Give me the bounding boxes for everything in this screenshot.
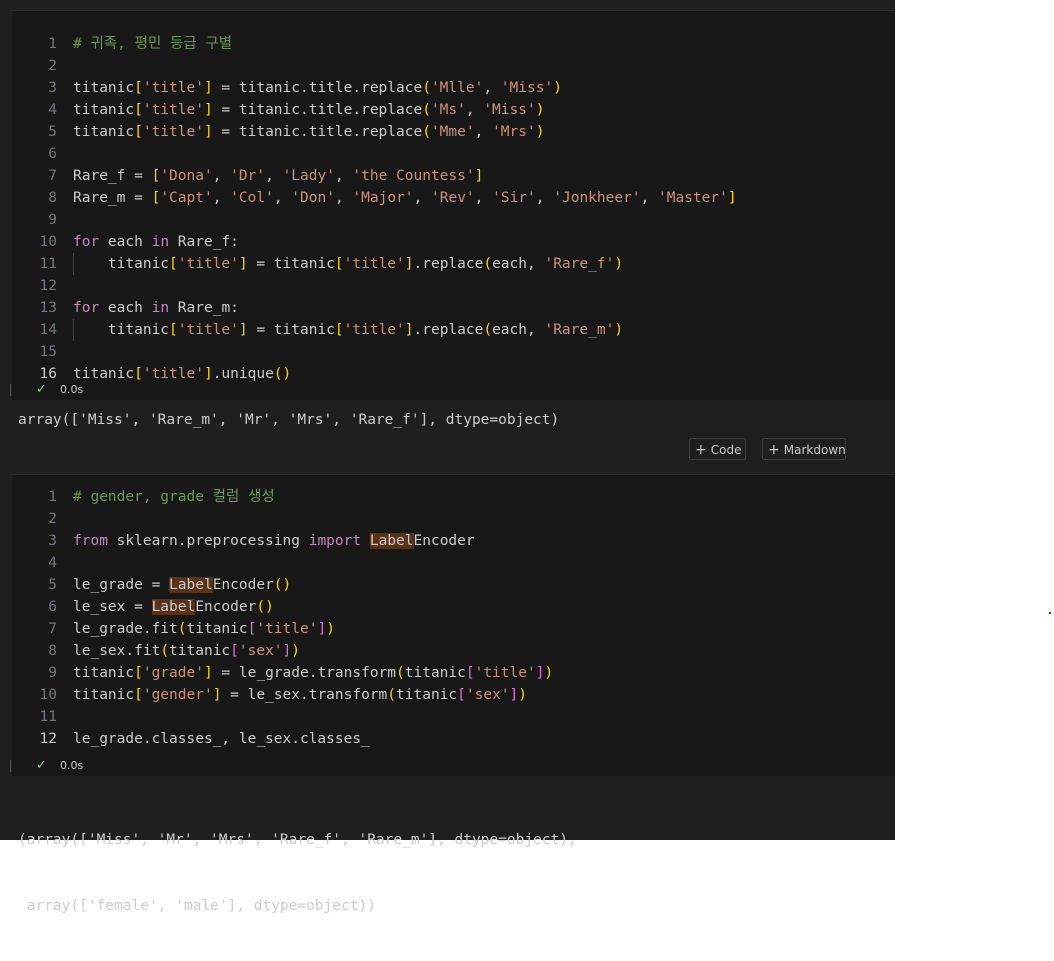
code-line: 6 le_sex = LabelEncoder() bbox=[10, 596, 895, 618]
code-text: titanic['title'] = titanic.title.replace… bbox=[73, 124, 545, 140]
code-comment: # gender, grade 컬럼 생성 bbox=[73, 489, 275, 505]
code-line: 12 bbox=[10, 275, 895, 297]
line-number: 3 bbox=[48, 80, 57, 96]
code-line: 11 bbox=[10, 706, 895, 728]
line-number: 5 bbox=[48, 124, 57, 140]
line-number: 1 bbox=[48, 36, 57, 52]
code-line: 13 for each in Rare_m: bbox=[10, 297, 895, 319]
line-number: 1 bbox=[48, 489, 57, 505]
cell-edge-marker bbox=[10, 384, 11, 396]
line-number: 15 bbox=[39, 344, 57, 360]
code-text: titanic['title'].unique() bbox=[73, 366, 292, 382]
code-line: 1 # gender, grade 컬럼 생성 bbox=[10, 486, 895, 508]
output-line: array(['female', 'male'], dtype=object)) bbox=[18, 898, 376, 914]
line-number: 13 bbox=[39, 300, 57, 316]
code-text: titanic['title'] = titanic.title.replace… bbox=[73, 80, 562, 96]
code-text: from sklearn.preprocessing import LabelE… bbox=[73, 533, 475, 549]
code-text: le_grade.fit(titanic['title']) bbox=[73, 621, 335, 637]
code-line: 4 bbox=[10, 552, 895, 574]
code-line: 3 from sklearn.preprocessing import Label… bbox=[10, 530, 895, 552]
add-code-label: Code bbox=[710, 443, 742, 457]
code-line: 9 titanic['grade'] = le_grade.transform(t… bbox=[10, 662, 895, 684]
line-number: 9 bbox=[48, 665, 57, 681]
code-text: titanic['grade'] = le_grade.transform(ti… bbox=[73, 665, 554, 681]
code-line: 2 bbox=[10, 55, 895, 77]
check-icon: ✓ bbox=[36, 382, 47, 397]
code-line: 4 titanic['title'] = titanic.title.replac… bbox=[10, 99, 895, 121]
add-code-cell-button[interactable]: + Code bbox=[689, 438, 746, 460]
code-line: 15 bbox=[10, 341, 895, 363]
code-text: titanic['gender'] = le_sex.transform(tit… bbox=[73, 687, 527, 703]
code-line: 9 bbox=[10, 209, 895, 231]
line-number: 7 bbox=[48, 621, 57, 637]
line-number: 9 bbox=[48, 212, 57, 228]
line-number: 6 bbox=[48, 146, 57, 162]
code-text: le_sex = LabelEncoder() bbox=[73, 599, 274, 615]
line-number: 10 bbox=[39, 687, 57, 703]
error-marker bbox=[1049, 612, 1051, 614]
code-cell-2[interactable]: 1 # gender, grade 컬럼 생성 2 3 from sklearn.p… bbox=[10, 474, 895, 776]
code-line: 11 titanic['title'] = titanic['title'].r… bbox=[10, 253, 895, 275]
line-number: 8 bbox=[48, 190, 57, 206]
code-line: 14 titanic['title'] = titanic['title'].r… bbox=[10, 319, 895, 341]
code-text: for each in Rare_f: bbox=[73, 234, 239, 250]
line-number: 12 bbox=[39, 731, 57, 747]
code-text: le_sex.fit(titanic['sex']) bbox=[73, 643, 301, 659]
check-icon: ✓ bbox=[36, 758, 47, 773]
code-line: 10 for each in Rare_f: bbox=[10, 231, 895, 253]
code-text: Rare_m = ['Capt', 'Col', 'Don', 'Major',… bbox=[73, 190, 737, 206]
code-line: 2 bbox=[10, 508, 895, 530]
code-line: 5 titanic['title'] = titanic.title.replac… bbox=[10, 121, 895, 143]
code-line: 3 titanic['title'] = titanic.title.replac… bbox=[10, 77, 895, 99]
line-number: 6 bbox=[48, 599, 57, 615]
cell-output-1: array(['Miss', 'Rare_m', 'Mr', 'Mrs', 'R… bbox=[18, 412, 560, 428]
plus-icon: + bbox=[768, 442, 780, 458]
execution-time: 0.0s bbox=[60, 759, 84, 772]
line-number: 16 bbox=[39, 366, 57, 382]
plus-icon: + bbox=[695, 442, 707, 458]
code-text: titanic['title'] = titanic['title'].repl… bbox=[73, 256, 624, 272]
code-line: 7 Rare_f = ['Dona', 'Dr', 'Lady', 'the Co… bbox=[10, 165, 895, 187]
line-number: 4 bbox=[48, 555, 57, 571]
cell-editor[interactable]: 1 # gender, grade 컬럼 생성 2 3 from sklearn.p… bbox=[10, 486, 895, 750]
line-number: 14 bbox=[39, 322, 57, 338]
code-line: 12 le_grade.classes_, le_sex.classes_ bbox=[10, 728, 895, 750]
code-text: le_grade.classes_, le_sex.classes_ bbox=[73, 731, 370, 747]
line-number: 2 bbox=[48, 58, 57, 74]
line-number: 11 bbox=[39, 256, 57, 272]
code-line: 7 le_grade.fit(titanic['title']) bbox=[10, 618, 895, 640]
execution-time: 0.0s bbox=[60, 383, 84, 396]
line-number: 10 bbox=[39, 234, 57, 250]
code-line: 16 titanic['title'].unique() bbox=[10, 363, 895, 385]
line-number: 5 bbox=[48, 577, 57, 593]
line-number: 7 bbox=[48, 168, 57, 184]
add-markdown-label: Markdown bbox=[783, 443, 846, 457]
code-comment: # 귀족, 평민 등급 구별 bbox=[73, 36, 233, 52]
code-line: 5 le_grade = LabelEncoder() bbox=[10, 574, 895, 596]
code-line: 1 # 귀족, 평민 등급 구별 bbox=[10, 33, 895, 55]
output-line: (array(['Miss', 'Mr', 'Mrs', 'Rare_f', '… bbox=[18, 832, 577, 848]
cell-editor[interactable]: 1 # 귀족, 평민 등급 구별 2 3 titanic['title'] = ti… bbox=[10, 33, 895, 385]
line-number: 11 bbox=[39, 709, 57, 725]
code-cell-1[interactable]: 1 # 귀족, 평민 등급 구별 2 3 titanic['title'] = ti… bbox=[10, 10, 895, 400]
code-text: Rare_f = ['Dona', 'Dr', 'Lady', 'the Cou… bbox=[73, 168, 484, 184]
cell-edge-marker bbox=[10, 760, 11, 772]
notebook-editor: 1 # 귀족, 평민 등급 구별 2 3 titanic['title'] = ti… bbox=[0, 0, 895, 914]
code-line: 8 le_sex.fit(titanic['sex']) bbox=[10, 640, 895, 662]
cell-output-2: (array(['Miss', 'Mr', 'Mrs', 'Rare_f', '… bbox=[18, 785, 577, 961]
line-number: 12 bbox=[39, 278, 57, 294]
code-line: 8 Rare_m = ['Capt', 'Col', 'Don', 'Major'… bbox=[10, 187, 895, 209]
line-number: 3 bbox=[48, 533, 57, 549]
code-text: titanic['title'] = titanic.title.replace… bbox=[73, 102, 545, 118]
code-text: for each in Rare_m: bbox=[73, 300, 239, 316]
line-number: 8 bbox=[48, 643, 57, 659]
code-text: titanic['title'] = titanic['title'].repl… bbox=[73, 322, 624, 338]
line-number: 2 bbox=[48, 511, 57, 527]
code-line: 10 titanic['gender'] = le_sex.transform(t… bbox=[10, 684, 895, 706]
add-markdown-cell-button[interactable]: + Markdown bbox=[762, 438, 846, 460]
code-line: 6 bbox=[10, 143, 895, 165]
code-text: le_grade = LabelEncoder() bbox=[73, 577, 292, 593]
line-number: 4 bbox=[48, 102, 57, 118]
